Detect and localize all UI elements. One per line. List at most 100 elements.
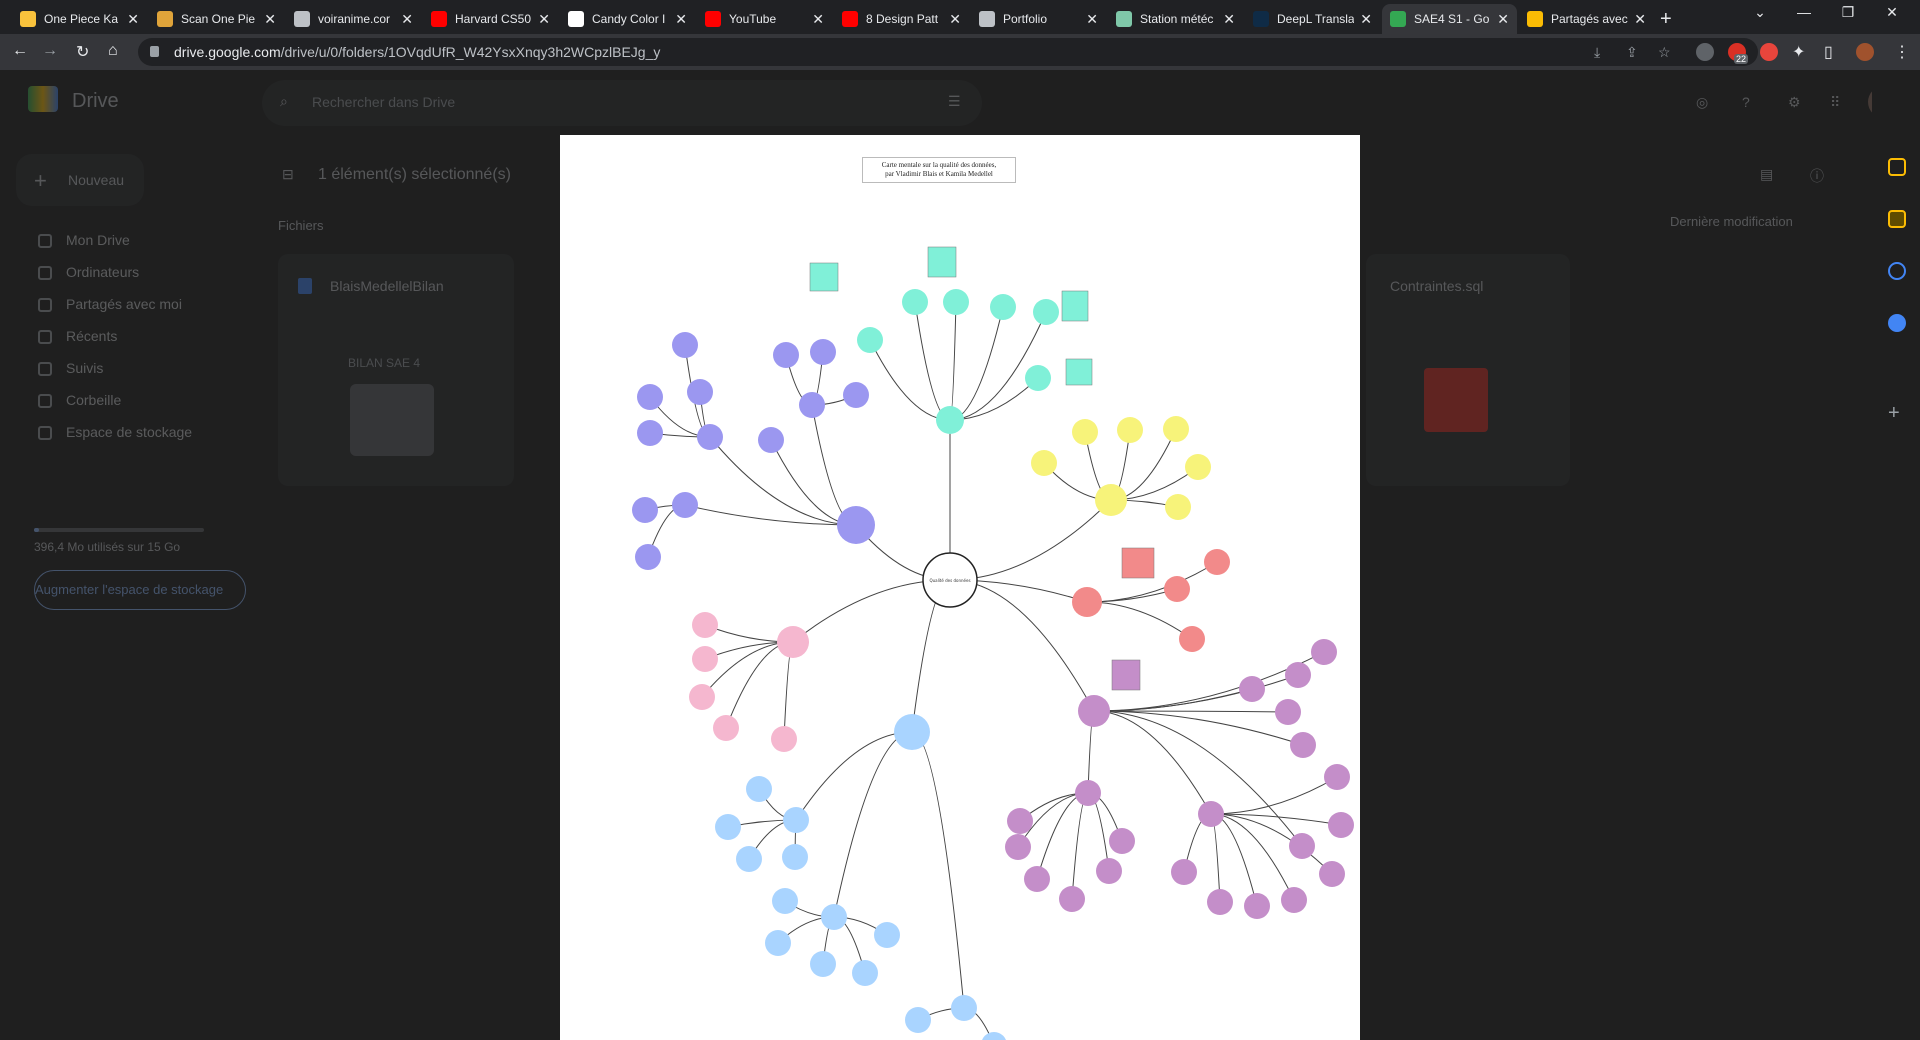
mindmap-node <box>1171 859 1197 885</box>
calendar-icon[interactable] <box>1888 158 1906 176</box>
mindmap-node <box>821 904 847 930</box>
mindmap-node <box>1072 587 1102 617</box>
search-filter-icon[interactable]: ☰ <box>948 93 961 110</box>
contacts-icon[interactable] <box>1888 314 1906 332</box>
mindmap-node <box>1311 639 1337 665</box>
bookmark-star-icon[interactable]: ☆ <box>1658 44 1671 61</box>
restore-icon[interactable]: ❐ <box>1826 4 1870 21</box>
browser-tab[interactable]: Harvard CS50 ✕ <box>423 4 558 34</box>
mindmap-node <box>894 714 930 750</box>
puzzle-icon[interactable]: ✦ <box>1792 42 1805 62</box>
tab-close-icon[interactable]: ✕ <box>1634 11 1646 28</box>
close-window-icon[interactable]: ✕ <box>1870 4 1914 21</box>
tab-close-icon[interactable]: ✕ <box>538 11 550 28</box>
browser-tab[interactable]: YouTube ✕ <box>697 4 832 34</box>
deselect-icon[interactable]: ⊟ <box>282 166 294 183</box>
browser-tab[interactable]: Scan One Pie ✕ <box>149 4 284 34</box>
mindmap-link <box>869 339 951 421</box>
tab-close-icon[interactable]: ✕ <box>675 11 687 28</box>
tab-close-icon[interactable]: ✕ <box>264 11 276 28</box>
mindmap-node <box>715 814 741 840</box>
search-icon[interactable]: ⌕ <box>280 93 288 110</box>
tasks-icon[interactable] <box>1888 262 1906 280</box>
tab-close-icon[interactable]: ✕ <box>949 11 961 28</box>
file-card[interactable]: BlaisMedellelBilan BILAN SAE 4 <box>278 254 514 486</box>
sidebar-item[interactable]: Mon Drive <box>66 232 130 248</box>
sidebar-item[interactable]: Ordinateurs <box>66 264 139 280</box>
mindmap-node <box>692 646 718 672</box>
offline-icon[interactable]: ◎ <box>1696 94 1708 111</box>
tab-search-icon[interactable]: ⌄ <box>1738 4 1782 21</box>
mindmap-node <box>1244 893 1270 919</box>
help-icon[interactable]: ? <box>1742 94 1750 110</box>
grid-view-icon[interactable]: ▤ <box>1760 166 1773 183</box>
minimize-icon[interactable]: — <box>1782 4 1826 20</box>
mindmap-node <box>1025 365 1051 391</box>
upgrade-storage-label: Augmenter l'espace de stockage <box>35 582 224 597</box>
search-input[interactable]: Rechercher dans Drive <box>312 94 455 110</box>
red-extension-icon[interactable] <box>1760 43 1778 61</box>
menu-icon[interactable]: ⋮ <box>1894 42 1910 62</box>
browser-tab[interactable]: Portfolio ✕ <box>971 4 1106 34</box>
upgrade-storage-button[interactable]: Augmenter l'espace de stockage <box>34 570 246 610</box>
tab-close-icon[interactable]: ✕ <box>1360 11 1372 28</box>
sidebar-item[interactable]: Corbeille <box>66 392 121 408</box>
extension-icon[interactable] <box>1696 43 1714 61</box>
address-bar[interactable]: drive.google.com/drive/u/0/folders/1OVqd… <box>138 38 1758 66</box>
keep-icon[interactable] <box>1888 210 1906 228</box>
sidebar-item[interactable]: Espace de stockage <box>66 424 192 440</box>
mindmap-link <box>795 731 913 821</box>
tab-close-icon[interactable]: ✕ <box>1497 11 1509 28</box>
share-icon[interactable]: ⇪ <box>1626 44 1638 61</box>
browser-tab[interactable]: SAE4 S1 - Go ✕ <box>1382 4 1517 34</box>
reload-icon[interactable]: ↻ <box>76 42 89 62</box>
profile-avatar[interactable] <box>1856 43 1874 61</box>
sidebar-item[interactable]: Suivis <box>66 360 103 376</box>
mindmap-link <box>1093 710 1303 847</box>
tab-close-icon[interactable]: ✕ <box>1086 11 1098 28</box>
tab-close-icon[interactable]: ✕ <box>812 11 824 28</box>
sort-label[interactable]: Dernière modification <box>1670 214 1793 229</box>
new-button-label: Nouveau <box>68 172 125 188</box>
browser-tab[interactable]: Partagés avec ✕ <box>1519 4 1654 34</box>
mindmap-link <box>1093 710 1304 746</box>
mindmap-node <box>1096 858 1122 884</box>
browser-tab[interactable]: Station météc ✕ <box>1108 4 1243 34</box>
mindmap-node <box>777 626 809 658</box>
browser-tab[interactable]: DeepL Transla ✕ <box>1245 4 1380 34</box>
tab-close-icon[interactable]: ✕ <box>401 11 413 28</box>
files-section-title: Fichiers <box>278 218 324 233</box>
file-name: BlaisMedellelBilan <box>330 278 444 294</box>
storage-bar <box>34 528 204 532</box>
tab-close-icon[interactable]: ✕ <box>127 11 139 28</box>
info-icon[interactable]: ⓘ <box>1810 166 1824 186</box>
browser-tab[interactable]: voiranime.cor ✕ <box>286 4 421 34</box>
mindmap-node <box>843 382 869 408</box>
browser-tab[interactable]: 8 Design Patt ✕ <box>834 4 969 34</box>
browser-tab[interactable]: One Piece Ka ✕ <box>12 4 147 34</box>
file-card[interactable]: Contraintes.sql <box>1366 254 1570 486</box>
file-thumbnail-text: BILAN SAE 4 <box>348 356 421 370</box>
add-addon-icon[interactable]: + <box>1888 402 1900 425</box>
tab-close-icon[interactable]: ✕ <box>1223 11 1235 28</box>
mindmap-node <box>1319 861 1345 887</box>
mindmap-node <box>1185 454 1211 480</box>
tab-title: Scan One Pie <box>181 12 256 26</box>
mindmap-link <box>811 404 857 526</box>
back-icon[interactable]: ← <box>12 42 28 60</box>
install-icon[interactable]: ⤓ <box>1594 44 1600 61</box>
new-button[interactable]: + Nouveau <box>16 154 144 206</box>
sidebar-item-icon <box>38 266 52 280</box>
sidebar-item[interactable]: Récents <box>66 328 117 344</box>
browser-tab[interactable]: Candy Color I ✕ <box>560 4 695 34</box>
settings-gear-icon[interactable]: ⚙ <box>1788 94 1801 111</box>
home-icon[interactable]: ⌂ <box>108 42 118 60</box>
forward-icon[interactable]: → <box>42 42 58 60</box>
new-tab-button[interactable]: + <box>1660 4 1686 34</box>
sidebar-item[interactable]: Partagés avec moi <box>66 296 182 312</box>
apps-grid-icon[interactable]: ⠿ <box>1830 94 1840 111</box>
mindmap-node <box>773 342 799 368</box>
side-panel-icon[interactable]: ▯ <box>1824 42 1833 62</box>
mindmap-node <box>736 846 762 872</box>
search-bar[interactable]: ⌕ Rechercher dans Drive ☰ <box>262 80 982 126</box>
